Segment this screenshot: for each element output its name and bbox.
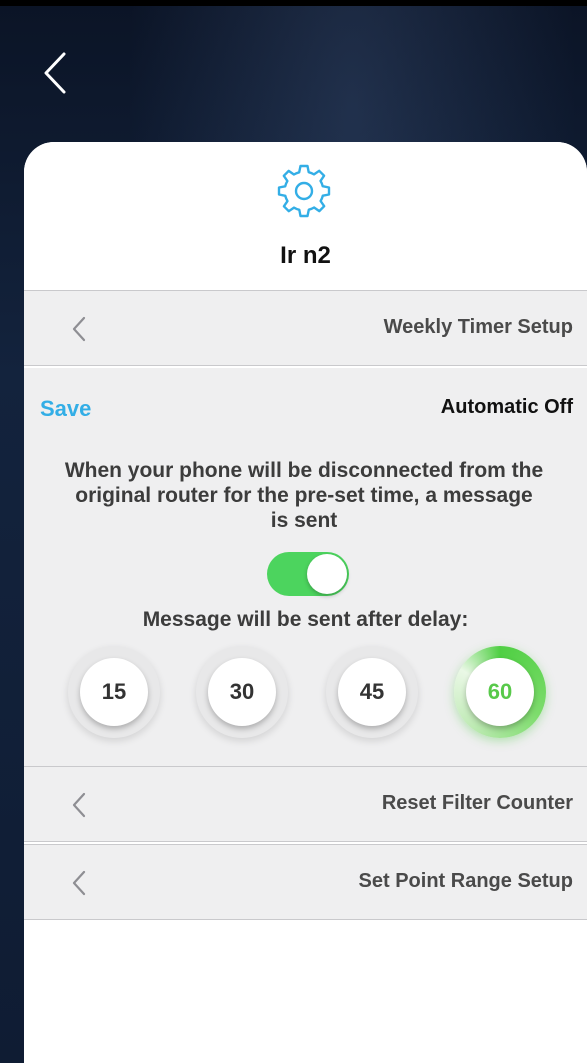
delay-option-face: 30 — [208, 658, 276, 726]
row-label: Reset Filter Counter — [381, 792, 573, 814]
card-header: Ir n2 — [24, 142, 587, 290]
chevron-left-icon — [44, 52, 66, 94]
device-name: Ir n2 — [280, 242, 331, 269]
section-title: Automatic Off — [440, 396, 573, 418]
save-button[interactable]: Save — [40, 396, 91, 422]
status-bar-strip — [0, 0, 587, 6]
delay-option-45[interactable]: 45 — [326, 646, 418, 738]
delay-option-label: 60 — [487, 679, 513, 704]
delay-option-label: 30 — [229, 679, 255, 704]
delay-option-60[interactable]: 60 — [454, 646, 546, 738]
chevron-left-icon — [72, 870, 86, 896]
chevron-left-icon — [72, 316, 86, 342]
back-button[interactable] — [36, 48, 76, 98]
row-reset-filter-counter[interactable]: Reset Filter Counter — [24, 766, 587, 842]
delay-option-face: 15 — [80, 658, 148, 726]
row-weekly-timer-setup[interactable]: Weekly Timer Setup — [24, 290, 587, 366]
chevron-left-icon — [72, 792, 86, 818]
delay-option-face: 45 — [338, 658, 406, 726]
automatic-off-toggle[interactable] — [267, 552, 349, 596]
empty-area — [24, 924, 587, 1063]
delay-option-label: 45 — [359, 679, 385, 704]
delay-option-30[interactable]: 30 — [196, 646, 288, 738]
delay-option-label: 15 — [101, 679, 127, 704]
row-label: Set Point Range Setup — [358, 870, 573, 892]
delay-option-face: 60 — [466, 658, 534, 726]
device-settings-card: Ir n2 Weekly Timer Setup Save Automatic … — [24, 142, 587, 1063]
row-label: Weekly Timer Setup — [383, 316, 573, 338]
automatic-off-panel: Save Automatic Off When your phone will … — [24, 368, 587, 766]
gear-icon — [277, 164, 331, 218]
row-set-point-range-setup[interactable]: Set Point Range Setup — [24, 844, 587, 920]
delay-option-15[interactable]: 15 — [68, 646, 160, 738]
description-text: When your phone will be disconnected fro… — [64, 459, 544, 532]
toggle-knob — [307, 554, 347, 594]
delay-label: Message will be sent after delay: — [142, 608, 469, 631]
